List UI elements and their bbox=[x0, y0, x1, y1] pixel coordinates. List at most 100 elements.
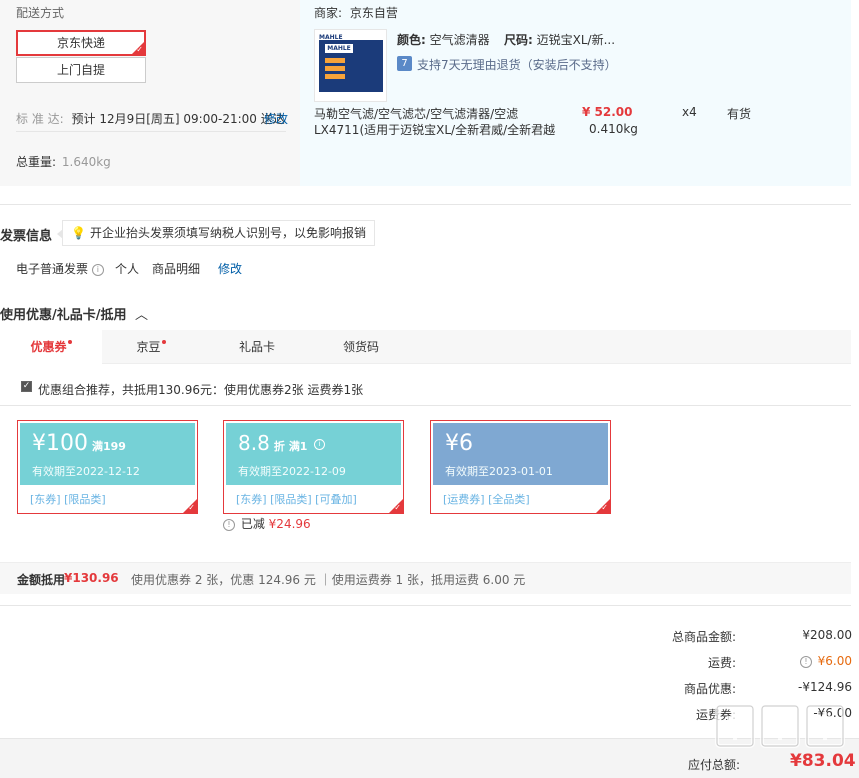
coupon-section-title-text: 使用优惠/礼品卡/抵用 bbox=[0, 308, 127, 323]
discount-value: -¥124.96 bbox=[798, 680, 852, 694]
invoice-title: 发票信息 bbox=[0, 229, 53, 244]
coupon-tags: [东券] [限品类] bbox=[30, 493, 106, 506]
discount-label: 商品优惠: bbox=[683, 682, 736, 696]
coupon-card[interactable]: ¥100 满199 有效期至2022-12-12 [东券] [限品类] ✓ bbox=[17, 420, 198, 514]
shipping-option-jd-express[interactable]: 京东快递 ✓ bbox=[16, 30, 146, 56]
shipping-label: 运费: bbox=[707, 656, 736, 670]
coupon-reduced-row: ! 已减 ¥24.96 bbox=[223, 515, 311, 532]
invoice-content: 商品明细 bbox=[152, 262, 201, 276]
info-icon[interactable]: ! bbox=[223, 518, 235, 531]
coupon-tags: [东券] [限品类] [可叠加] bbox=[236, 493, 357, 506]
watermark-graphic bbox=[715, 704, 845, 748]
invoice-type-text: 电子普通发票 bbox=[16, 262, 89, 276]
check-icon: ✓ bbox=[188, 503, 195, 512]
product-image[interactable]: MAHLE MAHLE bbox=[314, 29, 387, 102]
product-price: ¥ 52.00 bbox=[582, 105, 633, 119]
watermark-logo bbox=[707, 700, 853, 778]
product-weight: 0.410kg bbox=[589, 122, 638, 136]
coupon-header: 8.8 折满1 i 有效期至2022-12-09 bbox=[226, 423, 401, 485]
coupon-condition: 满199 bbox=[92, 440, 126, 453]
seller-name: 京东自营 bbox=[349, 6, 398, 20]
coupon-expiry: 有效期至2022-12-12 bbox=[32, 465, 140, 478]
tab-label: 京豆 bbox=[136, 340, 161, 354]
divider bbox=[0, 204, 851, 205]
coupon-tags: [运费券] [全品类] bbox=[443, 493, 530, 506]
color-spec: 颜色: 空气滤清器 bbox=[397, 31, 490, 48]
coupon-condition: 满1 bbox=[288, 440, 308, 453]
tab-label: 优惠券 bbox=[30, 340, 67, 354]
lightbulb-icon: 💡 bbox=[71, 226, 86, 240]
notification-dot bbox=[161, 340, 166, 344]
eta-value: 预计 12月9日[周五] 09:00-21:00 送达 bbox=[71, 112, 285, 126]
coupon-header: ¥6 有效期至2023-01-01 bbox=[433, 423, 608, 485]
invoice-modify-link[interactable]: 修改 bbox=[218, 260, 242, 277]
size-value: 迈锐宝XL/新... bbox=[536, 33, 616, 47]
color-value: 空气滤清器 bbox=[429, 33, 490, 47]
reduced-label: 已减 bbox=[240, 517, 265, 531]
product-quantity: x4 bbox=[682, 105, 697, 119]
seller-label: 商家: bbox=[314, 6, 343, 20]
product-box-graphic: MAHLE bbox=[319, 40, 383, 92]
tab-gift-card[interactable]: 礼品卡 bbox=[208, 330, 306, 364]
coupon-expiry: 有效期至2022-12-09 bbox=[238, 465, 346, 478]
total-weight-row: 总重量: 1.640kg bbox=[16, 153, 111, 170]
info-icon[interactable]: i bbox=[91, 263, 104, 276]
size-spec: 尺码: 迈锐宝XL/新... bbox=[504, 31, 615, 48]
shipping-option-self-pickup[interactable]: 上门自提 bbox=[16, 57, 146, 83]
check-icon: ✓ bbox=[601, 503, 608, 512]
coupon-amount: ¥6 bbox=[445, 431, 473, 456]
eta-label: 标 准 达: bbox=[16, 112, 64, 126]
product-title-line-1[interactable]: 马勒空气滤/空气滤芯/空气滤清器/空滤 bbox=[314, 105, 518, 122]
invoice-tip: 💡 开企业抬头发票须填写纳税人识别号，以免影响报销 bbox=[57, 220, 375, 246]
coupon-amount-row: ¥6 bbox=[445, 431, 473, 456]
stock-status: 有货 bbox=[727, 107, 752, 121]
invoice-title-type: 个人 bbox=[115, 262, 140, 276]
coupon-card[interactable]: ¥6 有效期至2023-01-01 [运费券] [全品类] ✓ bbox=[430, 420, 611, 514]
reduced-value: ¥24.96 bbox=[268, 517, 311, 531]
coupon-section-title[interactable]: 使用优惠/礼品卡/抵用 ︿ bbox=[0, 304, 148, 323]
check-icon: ✓ bbox=[136, 45, 143, 54]
goods-total-label: 总商品金额: bbox=[671, 630, 736, 644]
eta-modify-link[interactable]: 修改 bbox=[264, 110, 288, 127]
product-title-line-2[interactable]: LX4711(适用于迈锐宝XL/全新君威/全新君越 bbox=[314, 121, 555, 138]
divider bbox=[16, 131, 286, 132]
return-policy-text: 支持7天无理由退货（安装后不支持） bbox=[417, 58, 617, 72]
coupon-amount-row: 8.8 折满1 i bbox=[238, 431, 325, 455]
coupon-amount-row: ¥100 满199 bbox=[32, 431, 126, 456]
discount-row: 商品优惠: -¥124.96 bbox=[677, 680, 852, 696]
tab-coupons[interactable]: 优惠券 bbox=[0, 330, 102, 364]
combo-recommend-checkbox[interactable]: ✓ bbox=[21, 381, 32, 392]
tab-jd-beans[interactable]: 京豆 bbox=[102, 330, 200, 364]
info-icon[interactable]: ! bbox=[800, 656, 812, 668]
label-stripe bbox=[325, 58, 345, 63]
coupon-card[interactable]: 8.8 折满1 i 有效期至2022-12-09 [东券] [限品类] [可叠加]… bbox=[223, 420, 404, 514]
coupon-unit: 折 bbox=[273, 440, 285, 453]
summary-value: ¥130.96 bbox=[64, 571, 119, 585]
shipping-option-label: 京东快递 bbox=[56, 36, 105, 50]
tab-pickup-code[interactable]: 领货码 bbox=[312, 330, 410, 364]
summary-label: 金额抵用 bbox=[17, 573, 66, 587]
label-stripe bbox=[325, 74, 345, 79]
invoice-tip-text: 开企业抬头发票须填写纳税人识别号，以免影响报销 bbox=[89, 226, 366, 240]
combo-recommend-text: 优惠组合推荐，共抵用130.96元：使用优惠券2张 运费券1张 bbox=[38, 383, 364, 397]
seller-row: 商家: 京东自营 bbox=[314, 4, 398, 21]
goods-total-value: ¥208.00 bbox=[802, 628, 852, 642]
divider bbox=[0, 405, 851, 406]
summary-detail: 使用优惠券 2 张，优惠 124.96 元 ｜使用运费券 1 张，抵用运费 6.… bbox=[131, 573, 526, 587]
weight-value: 1.640kg bbox=[61, 155, 111, 169]
divider bbox=[0, 605, 851, 606]
shipping-row: 运费: ! ¥6.00 bbox=[677, 654, 852, 670]
invoice-type: 电子普通发票 i bbox=[16, 260, 104, 277]
info-icon[interactable]: i bbox=[313, 439, 325, 450]
weight-label: 总重量: bbox=[16, 155, 57, 169]
return-policy-icon: 7 bbox=[397, 56, 412, 71]
label-stripe bbox=[325, 66, 345, 71]
color-label: 颜色: bbox=[397, 33, 426, 47]
delivery-label: 配送方式 bbox=[16, 6, 65, 20]
notification-dot bbox=[67, 340, 72, 344]
shipping-value: ¥6.00 bbox=[817, 654, 852, 668]
eta-row: 标 准 达: 预计 12月9日[周五] 09:00-21:00 送达 bbox=[16, 110, 285, 127]
coupon-expiry: 有效期至2023-01-01 bbox=[445, 465, 553, 478]
brand-logo: MAHLE bbox=[325, 44, 353, 53]
coupon-header: ¥100 满199 有效期至2022-12-12 bbox=[20, 423, 195, 485]
